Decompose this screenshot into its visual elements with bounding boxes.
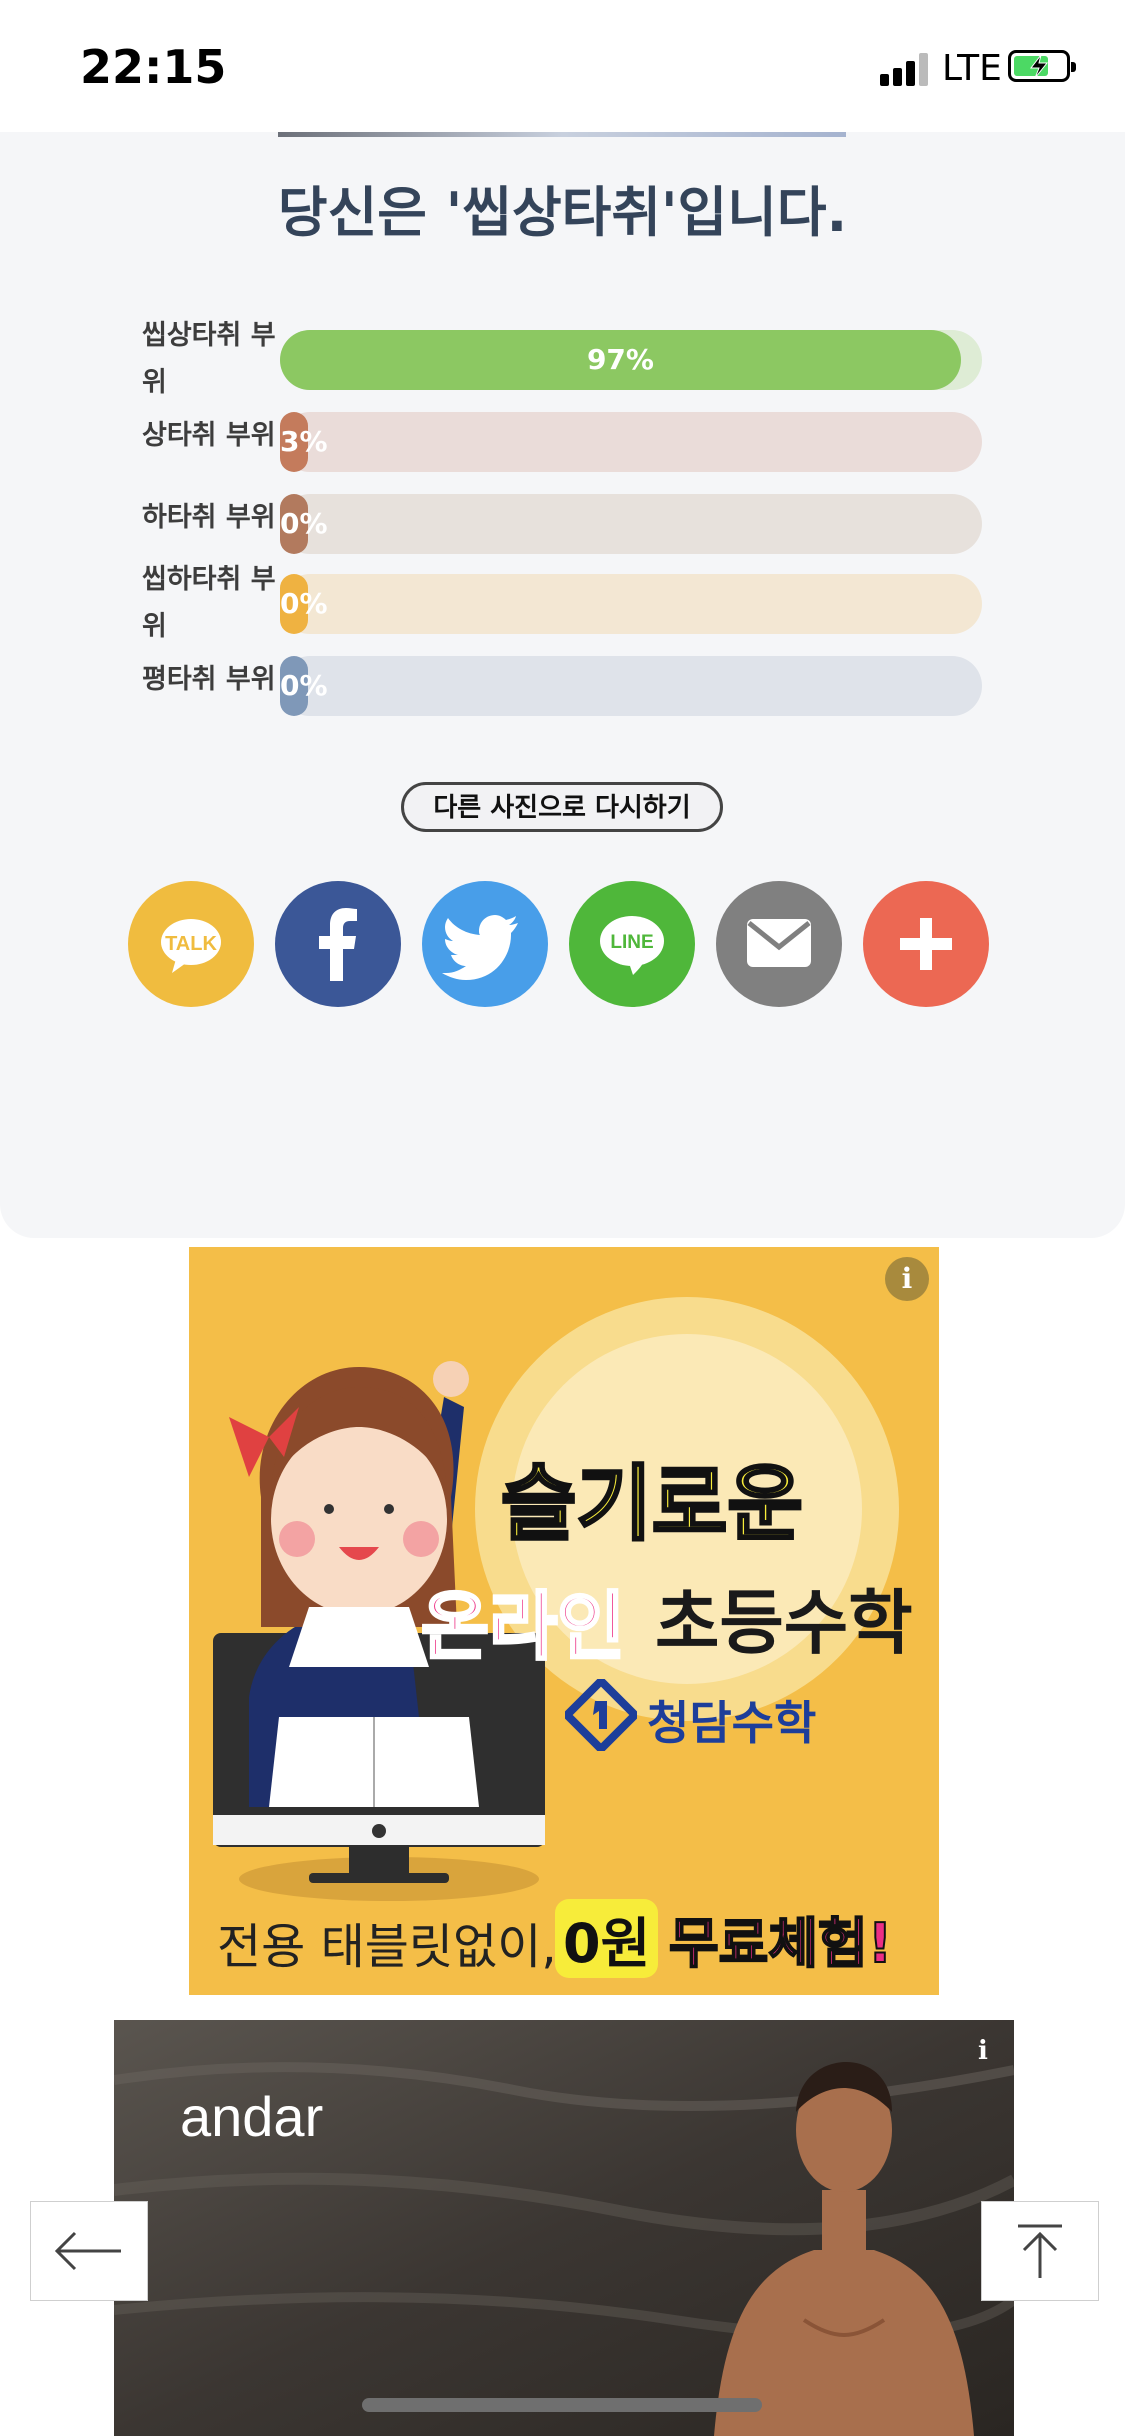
share-line-button[interactable]: LINE [569,881,695,1007]
status-time: 22:15 [80,40,227,94]
result-bar-percent: 3% [280,425,328,458]
ad2-brand: andar [180,2085,324,2148]
uploaded-photo-edge [278,132,846,137]
share-more-button[interactable] [863,881,989,1007]
ad2-photo [114,2020,1014,2436]
result-row-label: 씹하타취 부위 [142,564,276,642]
ad-info-icon[interactable]: i [885,1257,929,1301]
share-email-button[interactable] [716,881,842,1007]
ad1-brand-logo-icon [565,1679,637,1751]
result-bar-track: 0% [280,494,982,554]
result-title: 당신은 '씹상타취'입니다. [277,181,848,244]
result-bar-track: 0% [280,574,982,634]
result-bar-track: 3% [280,412,982,472]
result-row-label: 하타취 부위 [142,502,276,533]
line-icon-label: LINE [610,932,653,953]
result-row-label: 상타취 부위 [142,420,276,451]
ad-banner-andar[interactable]: andar i [114,2020,1014,2436]
status-bar: 22:15 LTE [0,0,1125,132]
home-indicator [362,2398,762,2412]
network-type: LTE [942,48,1002,89]
share-kakaotalk-button[interactable]: TALK [128,881,254,1007]
result-bar-percent: 0% [280,669,328,702]
plus-icon [900,918,952,970]
result-bar-track: 97% [280,330,982,390]
result-bar-percent: 0% [280,507,328,540]
ad1-line2-black: 초등수학 [655,1582,913,1664]
line-icon: LINE [600,916,664,975]
arrow-left-icon [54,2231,121,2271]
kakaotalk-icon-label: TALK [165,933,217,955]
result-bar-percent: 0% [280,587,328,620]
ad1-footer-badge: 0원 [555,1899,659,1978]
ad1-headline: 슬기로운 [500,1456,805,1554]
ad1-brand: 청담수학 [647,1696,817,1750]
scroll-top-button[interactable] [981,2201,1099,2301]
share-twitter-button[interactable] [422,881,548,1007]
kakaotalk-talk-icon: TALK [161,919,221,973]
ad1-footer-text: 전용 태블릿없이, [217,1919,557,1975]
ad-info-icon[interactable]: i [966,2034,1000,2068]
retry-button[interactable]: 다른 사진으로 다시하기 [401,782,723,832]
ad1-footer-highlight: 무료체험! [668,1911,893,1976]
result-bar-track: 0% [280,656,982,716]
arrow-up-to-top-icon [1018,2224,1062,2278]
result-row-label: 씹상타취 부위 [142,320,276,398]
back-button[interactable] [30,2201,148,2301]
share-facebook-button[interactable] [275,881,401,1007]
envelope-icon [747,919,811,967]
facebook-icon [319,908,357,981]
signal-icon [880,52,932,86]
ad1-line2-pink: 온라인 [419,1583,626,1672]
result-row-label: 평타취 부위 [142,664,276,695]
ad-banner-math[interactable]: 슬기로운 온라인 초등수학 청담수학 전용 태블릿없이, 0원 무료체험! i [189,1247,939,1995]
result-bar-percent: 97% [586,343,654,376]
battery-icon [1008,50,1076,82]
twitter-bird-icon [442,915,518,980]
